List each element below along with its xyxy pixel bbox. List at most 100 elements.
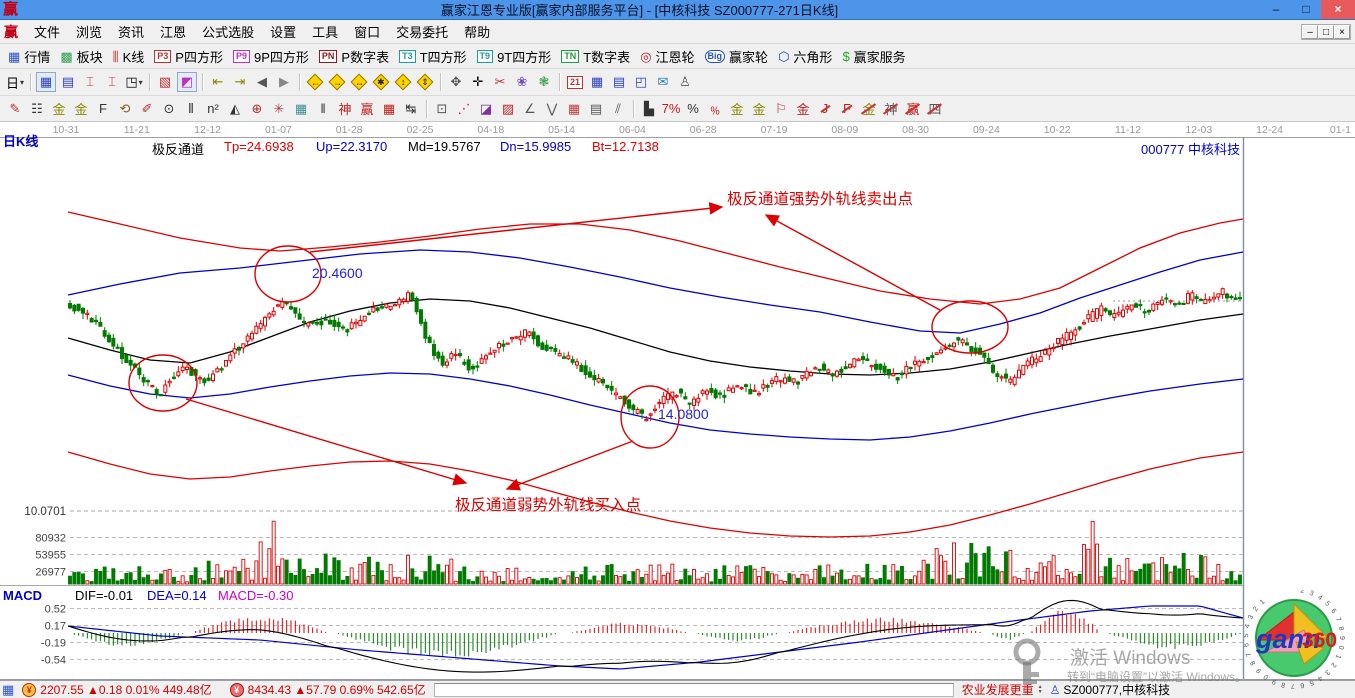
view-bars-3-icon[interactable]: ⌶ (80, 72, 100, 92)
shenzhen-index-icon[interactable]: ¥ (230, 683, 244, 697)
menu-item-窗口[interactable]: 窗口 (346, 20, 388, 43)
toolbar-hexagon-button[interactable]: ⬡六角形 (774, 46, 838, 67)
view-go-next-icon[interactable]: ▶ (274, 72, 294, 92)
draw-win-trend-icon[interactable]: 赢 (903, 99, 923, 119)
draw-angle-line-icon[interactable]: ∠ (520, 99, 540, 119)
draw-web-grid-icon[interactable]: ▦ (291, 99, 311, 119)
draw-gold-wave-icon[interactable]: 金 (793, 99, 813, 119)
draw-purple-fan-icon[interactable]: ◪ (476, 99, 496, 119)
draw-percent-7-icon[interactable]: 7% (661, 99, 681, 119)
mdi-restore-button[interactable]: □ (1318, 25, 1334, 39)
view-shift-right-icon[interactable]: → (327, 72, 347, 92)
draw-gann-circle-icon[interactable]: ⊙ (159, 99, 179, 119)
menu-item-资讯[interactable]: 资讯 (110, 20, 152, 43)
view-zoom-horizontal-icon[interactable]: ↔ (349, 72, 369, 92)
menu-item-江恩[interactable]: 江恩 (152, 20, 194, 43)
draw-percent-icon[interactable]: % (683, 99, 703, 119)
view-save-icon[interactable]: ◰ (631, 72, 651, 92)
toolbar-winner-service-button[interactable]: $赢家服务 (838, 46, 911, 67)
view-user-lookup-icon[interactable]: ♙ (675, 72, 695, 92)
shenzhen-index-quote[interactable]: 8434.43 ▲57.79 0.69% 542.65亿 (248, 681, 426, 698)
draw-quote-lines-icon[interactable]: ‖ (313, 99, 333, 119)
draw-number-grid-icon[interactable]: ▦ (379, 99, 399, 119)
draw-gold-level-icon[interactable]: 金 (749, 99, 769, 119)
menu-item-公式选股[interactable]: 公式选股 (194, 20, 262, 43)
view-mail-icon[interactable]: ✉ (653, 72, 673, 92)
view-period-day-icon[interactable]: 日▾ (5, 72, 25, 92)
menu-item-帮助[interactable]: 帮助 (456, 20, 498, 43)
statusbar-input-box[interactable] (434, 683, 954, 697)
draw-f-trend-icon[interactable]: F (837, 99, 857, 119)
draw-fibonacci-icon[interactable]: F (93, 99, 113, 119)
draw-gold-coin-icon[interactable]: 金 (727, 99, 747, 119)
menu-item-浏览[interactable]: 浏览 (68, 20, 110, 43)
shanghai-index-icon[interactable]: ¥ (22, 683, 36, 697)
minimize-button[interactable]: – (1261, 0, 1291, 19)
view-candle-style-icon[interactable]: ◳▾ (124, 72, 144, 92)
draw-kline-stat-icon[interactable]: ▙ (639, 99, 659, 119)
draw-win-tool-icon[interactable]: 赢 (357, 99, 377, 119)
mdi-close-button[interactable]: × (1334, 25, 1350, 39)
toolbar-sectors-button[interactable]: ▩板块 (56, 46, 108, 67)
draw-shen-trend-icon[interactable]: 神 (881, 99, 901, 119)
view-calculator-icon[interactable]: ▦ (587, 72, 607, 92)
draw-gold-trend-icon[interactable]: 金 (859, 99, 879, 119)
view-chart-window-icon[interactable]: ▦ (36, 72, 56, 92)
view-calendar-icon[interactable]: 21 (565, 72, 585, 92)
macd-label[interactable]: MACD (3, 588, 42, 603)
view-go-prev-icon[interactable]: ◀ (252, 72, 272, 92)
toolbar-kline-button[interactable]: ⫼K线 (109, 46, 151, 67)
toolbar-9t-square-button[interactable]: T99T四方形 (473, 46, 558, 67)
statusbar-grid-icon[interactable]: ▦ (2, 682, 14, 698)
toolbar-winner-wheel-button[interactable]: Big赢家轮 (701, 46, 775, 67)
draw-compass-icon[interactable]: ✐ (137, 99, 157, 119)
view-web-tool-icon[interactable]: ❃ (534, 72, 554, 92)
draw-gold-split-2-icon[interactable]: 金 (71, 99, 91, 119)
draw-gann-pen-icon[interactable]: ✎ (5, 99, 25, 119)
view-crosshair-icon[interactable]: ✛ (468, 72, 488, 92)
draw-wave-check-icon[interactable]: ⋁ (542, 99, 562, 119)
draw-span-measure-icon[interactable]: ↹ (401, 99, 421, 119)
draw-mirror-icon[interactable]: ◭ (225, 99, 245, 119)
view-zoom-all-icon[interactable]: ✱ (371, 72, 391, 92)
toolbar-t-number-table-button[interactable]: TNT数字表 (557, 46, 636, 67)
toolbar-p-square-button[interactable]: P3P四方形 (150, 46, 229, 67)
view-cut-tool-icon[interactable]: ✂ (490, 72, 510, 92)
menu-item-文件[interactable]: 文件 (26, 20, 68, 43)
view-pattern-b-icon[interactable]: ◩ (177, 72, 197, 92)
draw-red-box-fan-icon[interactable]: ▨ (498, 99, 518, 119)
ticker-spin-buttons[interactable]: ▲▼ (1038, 685, 1043, 695)
toolbar-gann-wheel-button[interactable]: ◎江恩轮 (636, 46, 700, 67)
toolbar-9p-square-button[interactable]: P99P四方形 (229, 46, 315, 67)
draw-window-box-icon[interactable]: ⊡ (432, 99, 452, 119)
view-info-panel-icon[interactable]: ▤ (58, 72, 78, 92)
view-pan-hand-icon[interactable]: ✥ (446, 72, 466, 92)
draw-parallel-lines-icon[interactable]: ⫽ (608, 99, 628, 119)
view-flower-tool-icon[interactable]: ❀ (512, 72, 532, 92)
draw-shen-tool-icon[interactable]: 神 (335, 99, 355, 119)
period-label[interactable]: 日K线 (3, 131, 38, 150)
draw-ruler-icon[interactable]: ⫴ (181, 99, 201, 119)
toolbar-quotes-button[interactable]: ▦行情 (4, 46, 56, 67)
draw-percent-line-icon[interactable]: ﹪ (705, 99, 725, 119)
mdi-minimize-button[interactable]: – (1302, 25, 1318, 39)
draw-square-of-n-icon[interactable]: n² (203, 99, 223, 119)
view-zoom-reset-icon[interactable]: ⇕ (415, 72, 435, 92)
view-go-first-icon[interactable]: ⇤ (208, 72, 228, 92)
draw-grid-lines-icon[interactable]: ☷ (27, 99, 47, 119)
restore-button[interactable]: □ (1291, 0, 1321, 19)
view-shift-left-icon[interactable]: ← (305, 72, 325, 92)
draw-spiral-icon[interactable]: ⟲ (115, 99, 135, 119)
view-pattern-a-icon[interactable]: ▧ (155, 72, 175, 92)
menu-item-设置[interactable]: 设置 (262, 20, 304, 43)
draw-star-web-icon[interactable]: ✳ (269, 99, 289, 119)
shanghai-index-quote[interactable]: 2207.55 ▲0.18 0.01% 449.48亿 (40, 681, 211, 698)
view-go-last-icon[interactable]: ⇥ (230, 72, 250, 92)
draw-ray-fan-icon[interactable]: ⋰ (454, 99, 474, 119)
news-ticker[interactable]: 农业发展更重 (962, 681, 1034, 698)
view-notebook-icon[interactable]: ▤ (609, 72, 629, 92)
menu-item-工具[interactable]: 工具 (304, 20, 346, 43)
toolbar-t-square-button[interactable]: T3T四方形 (395, 46, 472, 67)
draw-price-grid-icon[interactable]: ▦ (564, 99, 584, 119)
draw-gold-split-1-icon[interactable]: 金 (49, 99, 69, 119)
